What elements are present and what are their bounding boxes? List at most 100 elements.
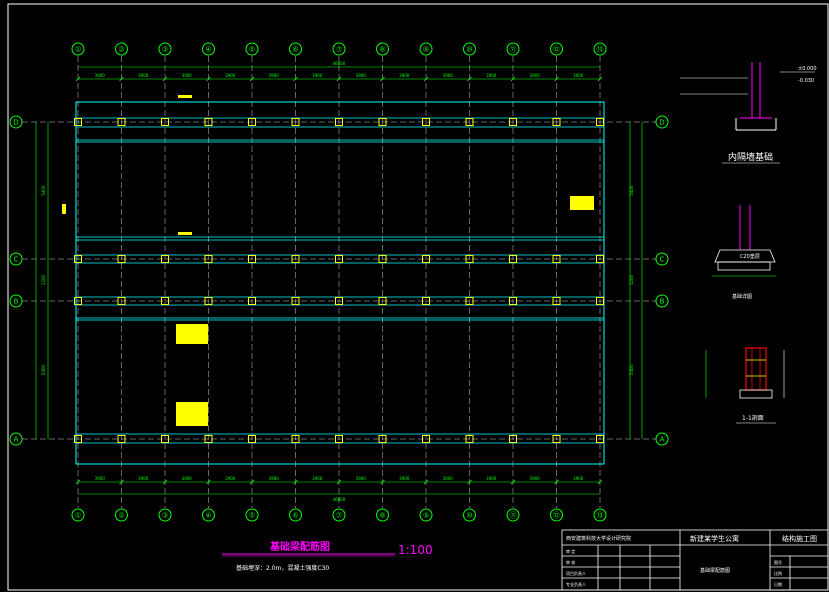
title-block-drawing-name: 基础梁配筋图	[700, 567, 730, 574]
annotation-mark	[178, 95, 192, 98]
axis-label: ⑤	[249, 512, 255, 520]
annotation-mark	[176, 402, 208, 426]
axis-label: B	[660, 298, 665, 306]
axis-label: ⑬	[597, 46, 604, 54]
foundation-beams	[75, 101, 605, 465]
axis-label: ⑨	[423, 512, 429, 520]
detail-section: 1-1剖面	[705, 347, 785, 424]
dim-text-vertical: 1200	[629, 274, 634, 285]
dim-text-total: 46800	[333, 497, 346, 502]
annotation-mark	[570, 196, 594, 210]
axis-label: ⑦	[336, 512, 342, 520]
dim-text: 3900	[138, 73, 149, 78]
axis-label: ⑬	[597, 512, 604, 520]
axis-label: C	[14, 256, 19, 264]
dim-text-vertical: 1200	[41, 274, 46, 285]
axis-label: ④	[205, 46, 211, 54]
dim-text: 3900	[312, 476, 323, 481]
dim-text: 3900	[573, 73, 584, 78]
annotation-mark	[62, 204, 66, 214]
dim-text: 3900	[356, 73, 367, 78]
axis-label: ⑥	[292, 46, 298, 54]
axis-label: ⑫	[553, 46, 560, 54]
dim-text: 3900	[225, 73, 236, 78]
dim-text: 3900	[399, 73, 410, 78]
dim-text-vertical: 5400	[629, 185, 634, 196]
dim-text-total: 46800	[333, 61, 346, 66]
title-block-right-row: 日期	[774, 581, 782, 587]
axis-label: ⑪	[510, 512, 517, 520]
dim-text-vertical: 5400	[41, 185, 46, 196]
dim-text: 3900	[95, 476, 106, 481]
dim-text: 3900	[138, 476, 149, 481]
cad-drawing-canvas: ① ② ③ ④ ⑤ ⑥ ⑦ ⑧ ⑨ ⑩ ⑪ ⑫ ⑬ ① ② ③ ④ ⑤ ⑥ ⑦ ⑧ ⑨ ⑩ ⑪ ⑫ ⑬ D C B A D C B A 39…	[7, 3, 829, 591]
dim-text: 3900	[182, 73, 193, 78]
dim-text: 3900	[486, 476, 497, 481]
axis-label: ④	[205, 512, 211, 520]
axis-label: ②	[118, 46, 124, 54]
axis-label: C	[660, 256, 665, 264]
dim-text: 3900	[182, 476, 193, 481]
dim-text: 3900	[312, 73, 323, 78]
axis-label: D	[659, 119, 664, 127]
detail2-label: C20垫层	[740, 253, 760, 260]
axis-label: ①	[75, 46, 81, 54]
dim-text-vertical: 5400	[629, 364, 634, 375]
detail2-title: 基础详图	[732, 293, 752, 300]
dim-text: 3900	[443, 73, 454, 78]
dim-text: 3900	[399, 476, 410, 481]
axis-bubbles-left: D C B A	[9, 115, 23, 446]
dim-text: 3900	[486, 73, 497, 78]
title-block-right-row: 图号	[774, 559, 782, 565]
title-block-company: 西安建筑科技大学设计研究院	[566, 535, 631, 542]
dim-text: 3900	[443, 476, 454, 481]
detail-inner-wall: ±0.000 -0.030 内隔墙基础	[680, 62, 817, 164]
annotation-mark	[178, 232, 192, 235]
detail1-label: ±0.000	[798, 66, 817, 72]
axis-bubbles-bottom: ① ② ③ ④ ⑤ ⑥ ⑦ ⑧ ⑨ ⑩ ⑪ ⑫ ⑬	[71, 508, 607, 522]
axis-label: A	[660, 436, 665, 444]
annotation-mark	[176, 324, 208, 344]
detail3-title: 1-1剖面	[742, 414, 764, 422]
dim-text: 3900	[225, 476, 236, 481]
title-block-row: 项目负责人	[566, 570, 586, 576]
axis-label: ⑦	[336, 46, 342, 54]
axis-label: ⑫	[553, 512, 560, 520]
drawing-note: 基础埋深：2.0m，混凝土强度C30	[236, 564, 329, 572]
dim-text: 3900	[530, 73, 541, 78]
drawing-title: 基础梁配筋图	[269, 540, 330, 553]
axis-label: A	[14, 436, 19, 444]
drawing-scale: 1:100	[398, 543, 433, 557]
grid-lines	[22, 56, 656, 508]
building-outline	[75, 101, 605, 465]
axis-bubbles-top: ① ② ③ ④ ⑤ ⑥ ⑦ ⑧ ⑨ ⑩ ⑪ ⑫ ⑬	[71, 42, 607, 56]
axis-label: ③	[162, 46, 168, 54]
axis-label: ③	[162, 512, 168, 520]
detail1-label: -0.030	[798, 78, 814, 84]
title-block-row: 审 定	[566, 548, 575, 554]
axis-label: ⑨	[423, 46, 429, 54]
axis-label: ⑩	[466, 512, 472, 520]
axis-label: ⑤	[249, 46, 255, 54]
title-block-right-row: 比例	[774, 570, 782, 576]
annotation-group	[62, 95, 594, 426]
axis-label: ⑧	[379, 46, 385, 54]
axis-label: D	[13, 119, 18, 127]
dim-text: 3900	[269, 476, 280, 481]
dim-text-vertical: 5400	[41, 364, 46, 375]
axis-label: ①	[75, 512, 81, 520]
title-block-project: 新建某学生公寓	[690, 534, 739, 543]
axis-label: ⑧	[379, 512, 385, 520]
axis-label: ②	[118, 512, 124, 520]
dim-text: 3900	[95, 73, 106, 78]
axis-label: ⑪	[510, 46, 517, 54]
axis-bubbles-right: D C B A	[655, 115, 669, 446]
title-block-row: 审 核	[566, 559, 575, 565]
axis-label: ⑥	[292, 512, 298, 520]
title-block-row: 专业负责人	[566, 581, 586, 587]
axis-label: B	[14, 298, 19, 306]
dim-text: 3900	[530, 476, 541, 481]
dim-text: 3900	[356, 476, 367, 481]
dim-text: 3900	[573, 476, 584, 481]
detail1-title: 内隔墙基础	[728, 151, 773, 163]
